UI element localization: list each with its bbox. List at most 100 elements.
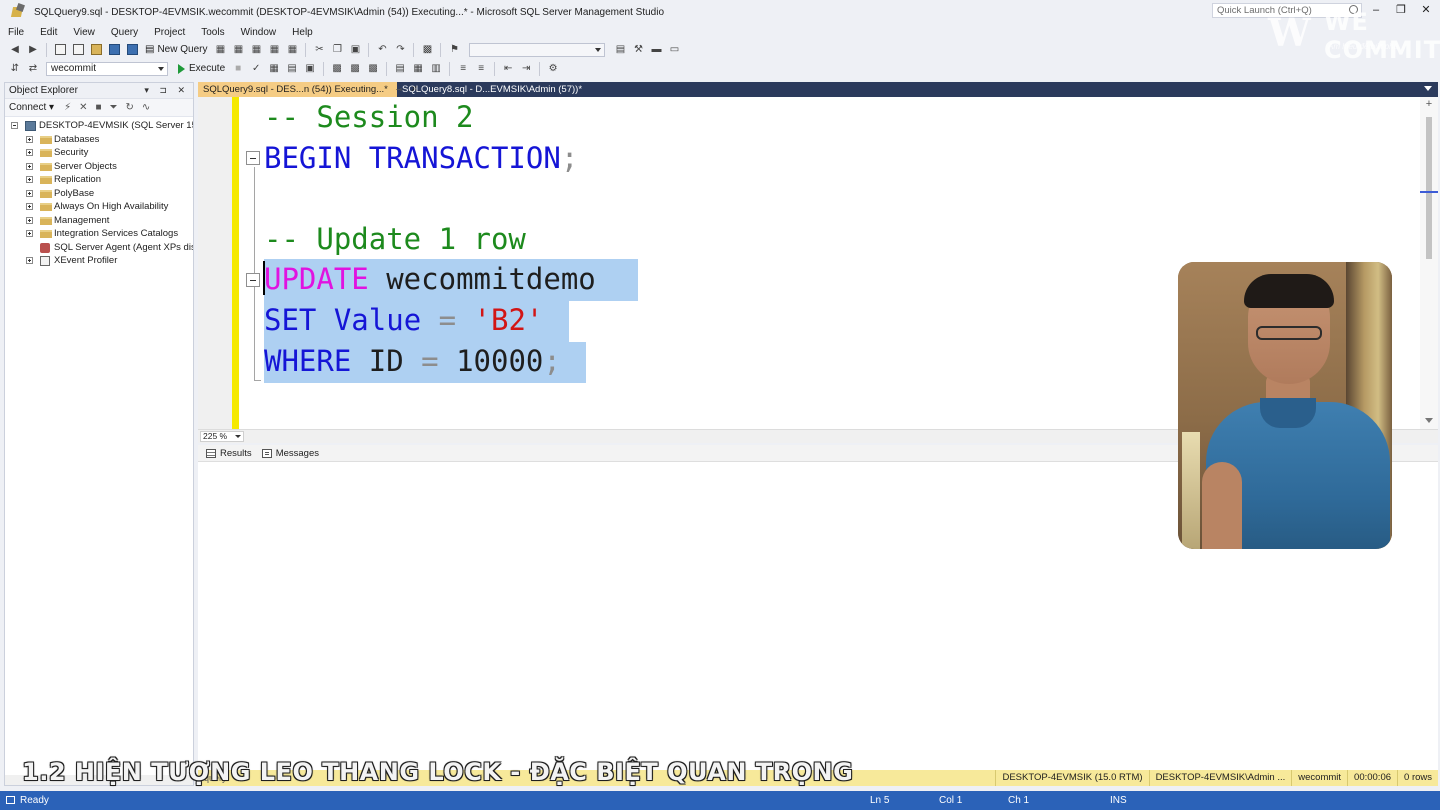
stop-icon[interactable]: ■ — [95, 102, 101, 113]
undo-icon[interactable]: ↶ — [375, 43, 389, 57]
tab-messages[interactable]: Messages — [261, 448, 319, 459]
client-stats-icon[interactable]: ▩ — [366, 62, 380, 76]
decrease-indent-icon[interactable]: ⇤ — [501, 62, 515, 76]
dax-query-icon[interactable]: ▦ — [285, 43, 299, 57]
expand-icon[interactable] — [26, 189, 33, 197]
scrollbar-thumb[interactable] — [1426, 117, 1432, 259]
expand-icon[interactable] — [26, 135, 33, 143]
new-query-button[interactable]: ▤ New Query — [145, 44, 207, 55]
vertical-scrollbar[interactable]: + — [1420, 97, 1438, 429]
tree-item[interactable]: Replication — [5, 173, 193, 187]
db-query-icon[interactable]: ▦ — [213, 43, 227, 57]
collapse-icon[interactable] — [246, 273, 260, 287]
minimize-button[interactable]: – — [1369, 4, 1383, 16]
tree-item[interactable]: Security — [5, 146, 193, 160]
panel-window-buttons[interactable]: ▾ ⊐ ✕ — [144, 85, 189, 96]
disconnect-icon[interactable]: ✕ — [79, 102, 87, 113]
forward-icon[interactable]: ▶ — [26, 43, 40, 57]
filter-icon[interactable]: ⏷ — [110, 102, 118, 113]
specify-values-icon[interactable]: ⚙ — [546, 62, 560, 76]
tools-icon[interactable]: ⚒ — [631, 43, 645, 57]
activity-monitor-icon[interactable]: ▩ — [420, 43, 434, 57]
new-project-icon[interactable] — [53, 43, 67, 57]
new-file-icon[interactable] — [71, 43, 85, 57]
tree-item[interactable]: PolyBase — [5, 187, 193, 201]
properties-icon[interactable]: ▤ — [613, 43, 627, 57]
query-designer-icon[interactable]: ▤ — [285, 62, 299, 76]
tree-item[interactable]: SQL Server Agent (Agent XPs disabl — [5, 241, 193, 255]
include-plan-icon[interactable]: ▩ — [330, 62, 344, 76]
tab-sqlquery9[interactable]: SQLQuery9.sql - DES...n (54)) Executing.… — [198, 82, 419, 97]
find-icon[interactable]: ⚑ — [447, 43, 461, 57]
code-line: BEGIN TRANSACTION; — [264, 138, 578, 179]
toolbox-icon[interactable]: ▬ — [649, 43, 663, 57]
expand-icon[interactable] — [26, 176, 33, 183]
tree-item[interactable]: Always On High Availability — [5, 200, 193, 214]
live-stats-icon[interactable]: ▩ — [348, 62, 362, 76]
menu-edit[interactable]: Edit — [40, 27, 57, 38]
cut-icon[interactable]: ✂ — [312, 43, 326, 57]
comment-icon[interactable]: ≡ — [456, 62, 470, 76]
uncomment-icon[interactable]: ≡ — [474, 62, 488, 76]
expand-icon[interactable] — [26, 149, 33, 156]
execute-button[interactable]: Execute — [178, 63, 225, 74]
tree-item[interactable]: XEvent Profiler — [5, 254, 193, 268]
redo-icon[interactable]: ↷ — [393, 43, 407, 57]
tree-item[interactable]: Databases — [5, 133, 193, 147]
menu-help[interactable]: Help — [292, 27, 313, 38]
dmx-query-icon[interactable]: ▦ — [249, 43, 263, 57]
open-folder-icon[interactable] — [89, 43, 103, 57]
scroll-down-icon[interactable] — [1425, 418, 1433, 423]
refresh-icon[interactable]: ↻ — [126, 102, 134, 113]
restore-button[interactable]: ❐ — [1394, 4, 1408, 16]
increase-indent-icon[interactable]: ⇥ — [519, 62, 533, 76]
database-select[interactable]: wecommit — [46, 61, 168, 76]
menu-view[interactable]: View — [73, 27, 95, 38]
save-all-icon[interactable] — [125, 43, 139, 57]
expand-icon[interactable] — [26, 216, 33, 224]
split-view-icon[interactable]: + — [1424, 99, 1434, 110]
connect-dropdown[interactable]: Connect ▾ — [9, 102, 54, 113]
menu-project[interactable]: Project — [154, 27, 185, 38]
tree-item[interactable]: DESKTOP-4EVMSIK (SQL Server 15.0.21 — [5, 119, 193, 133]
menu-file[interactable]: File — [8, 27, 24, 38]
toolbar-separator — [386, 61, 388, 76]
save-icon[interactable] — [107, 43, 121, 57]
tree-item[interactable]: Server Objects — [5, 160, 193, 174]
quick-launch-input[interactable]: Quick Launch (Ctrl+Q) — [1212, 3, 1362, 18]
results-to-text-icon[interactable]: ▤ — [393, 62, 407, 76]
estimated-plan-icon[interactable]: ▦ — [267, 62, 281, 76]
connect-plug-icon[interactable]: ⚡ — [64, 102, 71, 113]
expand-icon[interactable] — [26, 162, 33, 170]
collapse-icon[interactable] — [11, 122, 18, 129]
tree-item[interactable]: Management — [5, 214, 193, 228]
tab-sqlquery8[interactable]: SQLQuery8.sql - D...EVMSIK\Admin (57))* — [397, 82, 587, 97]
back-icon[interactable]: ◀ — [8, 43, 22, 57]
find-combo[interactable] — [469, 42, 606, 57]
tab-results[interactable]: Results — [206, 448, 252, 459]
close-window-button[interactable]: ✕ — [1419, 4, 1433, 16]
activity-icon[interactable]: ∿ — [142, 102, 150, 113]
stop-icon[interactable]: ■ — [231, 62, 245, 76]
menu-window[interactable]: Window — [241, 27, 277, 38]
paste-icon[interactable]: ▣ — [348, 43, 362, 57]
expand-icon[interactable] — [26, 230, 33, 237]
menu-tools[interactable]: Tools — [201, 27, 224, 38]
results-to-grid-icon[interactable]: ▣ — [303, 62, 317, 76]
xmla-query-icon[interactable]: ▦ — [267, 43, 281, 57]
mdx-query-icon[interactable]: ▦ — [231, 43, 245, 57]
zoom-select[interactable]: 225 % — [200, 431, 244, 442]
results-grid-icon[interactable]: ▦ — [411, 62, 425, 76]
collapse-icon[interactable] — [246, 151, 260, 165]
parse-check-icon[interactable]: ✓ — [249, 62, 263, 76]
change-connection-icon[interactable]: ⇄ — [26, 62, 40, 76]
expand-icon[interactable] — [26, 257, 33, 264]
expand-icon[interactable] — [26, 203, 33, 210]
tree-item[interactable]: Integration Services Catalogs — [5, 227, 193, 241]
copy-icon[interactable]: ❐ — [330, 43, 344, 57]
layout-icon[interactable]: ▭ — [667, 43, 681, 57]
results-file-icon[interactable]: ▥ — [429, 62, 443, 76]
menu-query[interactable]: Query — [111, 27, 138, 38]
connect-icon[interactable]: ⇵ — [8, 62, 22, 76]
tab-list-dropdown-icon[interactable] — [1424, 86, 1432, 91]
